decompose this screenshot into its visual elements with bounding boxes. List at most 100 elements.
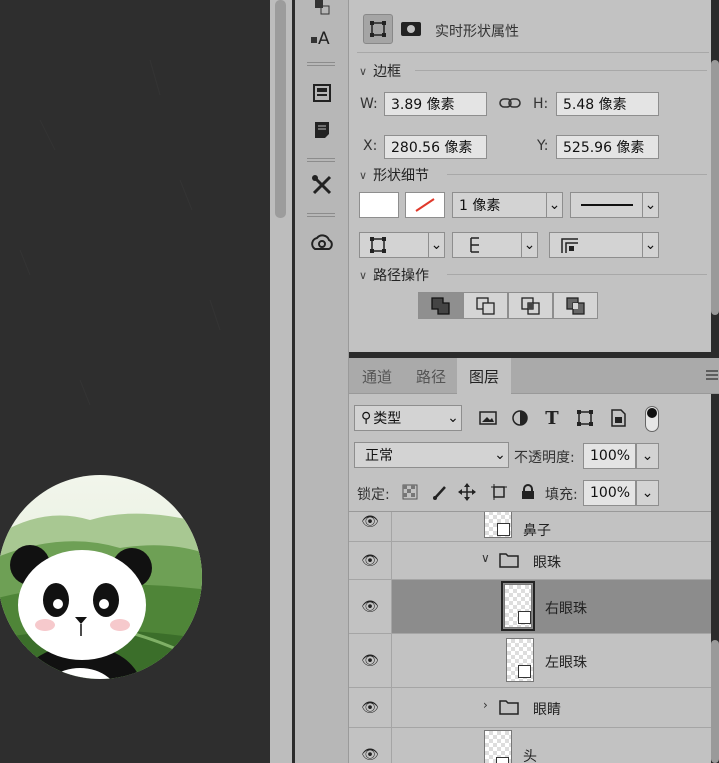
chevron-down-icon: ⌄	[641, 485, 654, 501]
lock-image-icon[interactable]	[427, 479, 453, 505]
layer-name: 左眼珠	[545, 655, 587, 671]
mask-icon[interactable]	[399, 20, 423, 38]
exclude-icon	[565, 296, 585, 315]
eye-icon: 👁	[361, 699, 379, 716]
fill-label: 填充:	[545, 487, 578, 503]
panel-grip[interactable]	[307, 62, 335, 66]
filter-adjustment-icon[interactable]	[507, 405, 533, 431]
stroke-align-dropdown[interactable]: ⌄	[359, 232, 445, 258]
tab-layers[interactable]: 图层	[457, 358, 511, 394]
chevron-down-icon: ⌄	[494, 447, 506, 463]
properties-scrollbar[interactable]	[711, 60, 719, 315]
chevron-down-icon: ∨	[359, 268, 368, 282]
layer-name: 眼珠	[533, 555, 561, 571]
visibility-toggle[interactable]: 👁	[349, 728, 392, 763]
eye-icon: 👁	[361, 552, 379, 569]
filter-toggle[interactable]	[645, 406, 659, 432]
filter-type-icon[interactable]: T	[539, 405, 565, 431]
stroke-color-swatch[interactable]	[405, 192, 445, 218]
panda-artwork	[0, 59, 221, 679]
panel-grip[interactable]	[307, 158, 335, 162]
layers-tabs-bar: 通道 路径 图层	[349, 358, 719, 394]
intersect-icon	[520, 296, 540, 315]
layers-scrollbar[interactable]	[711, 640, 719, 763]
lock-position-icon[interactable]	[454, 479, 480, 505]
x-field[interactable]: 280.56 像素	[384, 135, 487, 159]
w-label: W:	[360, 96, 378, 112]
shape-badge-icon	[497, 523, 510, 536]
blend-mode-dropdown[interactable]: 正常 ⌄	[354, 442, 509, 468]
filter-smart-object-icon[interactable]	[605, 405, 631, 431]
chevron-down-icon[interactable]: ∨	[481, 551, 490, 565]
opacity-dropdown-button[interactable]: ⌄	[636, 443, 659, 469]
visibility-toggle[interactable]: 👁	[349, 580, 392, 633]
panel-grip[interactable]	[307, 213, 335, 217]
filter-pixel-icon[interactable]	[475, 405, 501, 431]
tools-icon[interactable]	[302, 170, 342, 200]
line-caps-icon	[470, 237, 479, 253]
intersect-shapes-button[interactable]	[508, 292, 553, 319]
canvas-scrollbar-thumb[interactable]	[275, 0, 286, 218]
chevron-down-icon: ∨	[359, 64, 368, 78]
document-canvas[interactable]	[0, 0, 270, 763]
properties-panel: 实时形状属性 ∨ 边框 W: 3.89 像素 H: 5.48 像素 X: 280…	[349, 0, 711, 352]
exclude-overlap-button[interactable]	[553, 292, 598, 319]
creative-cloud-icon[interactable]	[302, 228, 342, 258]
layer-row[interactable]: 👁 左眼珠	[349, 634, 711, 688]
fill-field[interactable]: 100%	[583, 480, 636, 506]
visibility-toggle[interactable]: 👁	[349, 512, 392, 541]
properties-icon[interactable]	[302, 78, 342, 108]
y-field[interactable]: 525.96 像素	[556, 135, 659, 159]
layers-list[interactable]: 👁 鼻子 👁 ∨ 眼珠 👁 右眼珠 👁 左眼珠 👁 › 眼睛 👁 头	[349, 512, 711, 763]
tab-paths[interactable]: 路径	[405, 358, 457, 394]
eye-icon: 👁	[361, 598, 379, 615]
layer-row[interactable]: 👁 › 眼睛	[349, 688, 711, 728]
height-field[interactable]: 5.48 像素	[556, 92, 659, 116]
stroke-caps-dropdown[interactable]: ⌄	[452, 232, 538, 258]
line-corners-icon	[561, 238, 578, 253]
layer-row-selected[interactable]: 👁 右眼珠	[349, 580, 711, 634]
stroke-corners-dropdown[interactable]: ⌄	[549, 232, 659, 258]
lock-all-icon[interactable]	[515, 479, 541, 505]
shape-details-section-header[interactable]: ∨ 形状细节	[359, 165, 429, 185]
svg-text:A: A	[318, 29, 330, 49]
chevron-down-icon: ⌄	[521, 233, 537, 257]
filter-kind-dropdown[interactable]: ⚲ 类型 ⌄	[354, 405, 462, 431]
visibility-toggle[interactable]: 👁	[349, 634, 392, 687]
stroke-style-dropdown[interactable]: ⌄	[570, 192, 659, 218]
layer-row[interactable]: 👁 头	[349, 728, 711, 763]
chevron-down-icon: ⌄	[546, 193, 562, 217]
live-shape-button[interactable]	[363, 14, 393, 44]
fill-dropdown-button[interactable]: ⌄	[636, 480, 659, 506]
stroke-width-dropdown[interactable]: 1 像素 ⌄	[452, 192, 563, 218]
notes-icon[interactable]	[302, 115, 342, 145]
x-label: X:	[363, 138, 378, 154]
layer-row[interactable]: 👁 鼻子	[349, 512, 711, 542]
lock-transparent-icon[interactable]	[397, 479, 423, 505]
arrange-icon[interactable]	[302, 0, 342, 22]
combine-shapes-button[interactable]	[418, 292, 463, 319]
link-icon[interactable]	[499, 94, 521, 112]
folder-icon	[499, 553, 519, 568]
subtract-icon	[475, 296, 495, 315]
bounds-section-header[interactable]: ∨ 边框	[359, 61, 401, 81]
opacity-field[interactable]: 100%	[583, 443, 636, 469]
panel-menu-icon[interactable]	[705, 368, 719, 382]
character-icon[interactable]: A	[302, 22, 342, 52]
filter-kind-value: 类型	[373, 411, 402, 427]
visibility-toggle[interactable]: 👁	[349, 542, 392, 579]
fill-color-swatch[interactable]	[359, 192, 399, 218]
path-ops-section-header[interactable]: ∨ 路径操作	[359, 265, 429, 285]
shape-badge-icon	[496, 757, 509, 763]
divider	[415, 70, 707, 71]
shape-badge-icon	[518, 665, 531, 678]
layer-row[interactable]: 👁 ∨ 眼珠	[349, 542, 711, 580]
chevron-right-icon[interactable]: ›	[483, 698, 488, 712]
filter-shape-icon[interactable]	[572, 405, 598, 431]
visibility-toggle[interactable]: 👁	[349, 688, 392, 727]
chevron-down-icon: ⌄	[642, 233, 658, 257]
width-field[interactable]: 3.89 像素	[384, 92, 487, 116]
tab-channels[interactable]: 通道	[349, 358, 405, 394]
subtract-shape-button[interactable]	[463, 292, 508, 319]
lock-artboard-icon[interactable]	[486, 479, 512, 505]
